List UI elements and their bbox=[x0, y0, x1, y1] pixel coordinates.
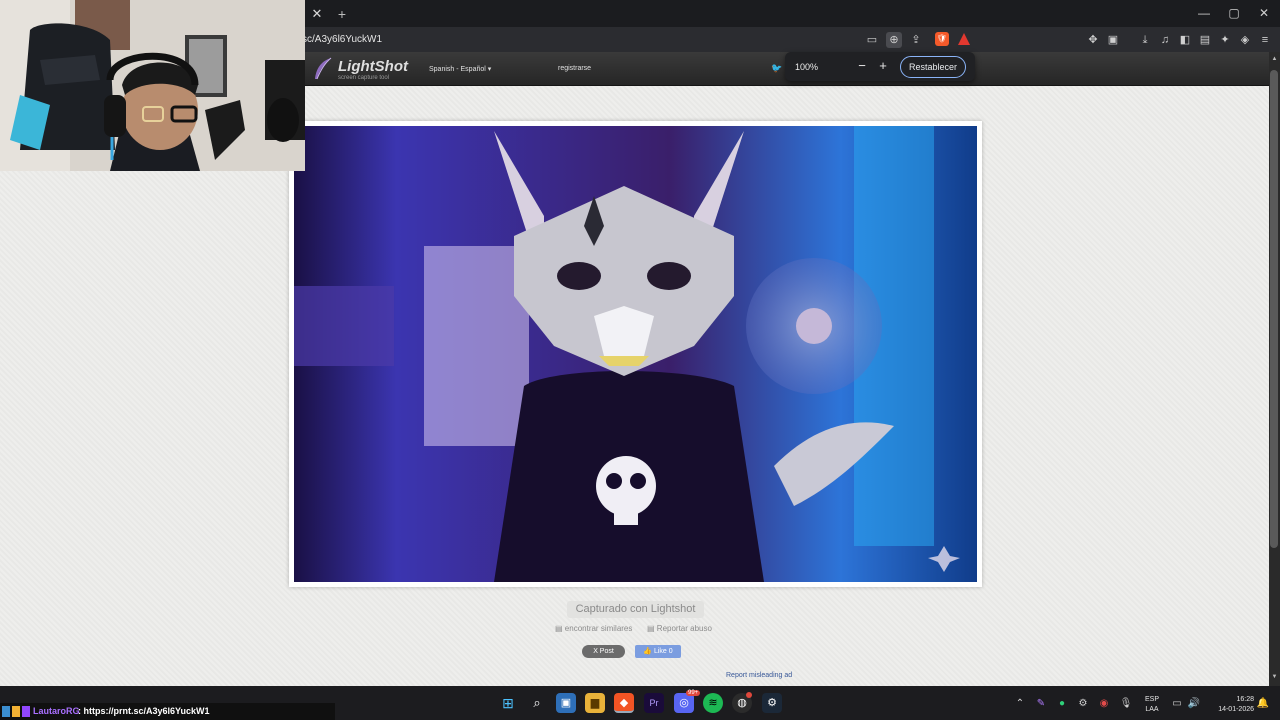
close-window-button[interactable]: ✕ bbox=[1252, 4, 1276, 22]
search-icon[interactable]: ⌕ bbox=[527, 693, 547, 713]
tab-groups-icon[interactable]: ▣ bbox=[1105, 32, 1121, 48]
network-icon[interactable]: ▭ bbox=[1170, 697, 1184, 711]
cast-icon[interactable]: ▭ bbox=[864, 32, 880, 48]
zoom-in-button[interactable]: + bbox=[876, 57, 890, 75]
register-link[interactable]: registrarse bbox=[558, 65, 591, 72]
thumbs-up-icon: 👍 bbox=[643, 648, 653, 655]
menu-icon[interactable]: ≡ bbox=[1257, 32, 1273, 48]
status-dot-icon[interactable]: ● bbox=[1055, 697, 1069, 711]
windows-start-icon[interactable]: ⊞ bbox=[498, 693, 518, 713]
reset-zoom-button[interactable]: Restablecer bbox=[900, 56, 966, 78]
x-post-button[interactable]: X Post bbox=[582, 645, 625, 658]
taskbar bbox=[335, 686, 1280, 720]
minimize-button[interactable]: — bbox=[1192, 4, 1216, 22]
microphone-icon[interactable]: 🎙 bbox=[1119, 697, 1133, 711]
maximize-button[interactable]: ▢ bbox=[1222, 4, 1246, 22]
zoom-icon[interactable]: ⊕ bbox=[886, 32, 902, 48]
brave-shields-icon[interactable]: 🛡 bbox=[935, 32, 949, 46]
obs-live-dot bbox=[746, 692, 752, 698]
report-misleading-ad-link[interactable]: Report misleading ad bbox=[726, 672, 792, 679]
file-explorer-icon[interactable]: ▆ bbox=[585, 693, 605, 713]
language-code: ESP bbox=[1144, 696, 1159, 703]
system-clock[interactable]: 16:28 14-01-2026 bbox=[1206, 695, 1254, 715]
chat-message: : https://prnt.sc/A3y6l6YuckW1 bbox=[78, 706, 210, 716]
keyboard-layout: LAA bbox=[1145, 706, 1159, 713]
scrollbar-thumb[interactable] bbox=[1270, 70, 1278, 548]
taskbar-left-area bbox=[0, 686, 335, 703]
zoom-level: 100% bbox=[795, 62, 819, 72]
volume-icon[interactable]: 🔊 bbox=[1187, 697, 1201, 711]
share-icon[interactable]: ⇪ bbox=[908, 32, 924, 48]
vpn-icon[interactable]: ◈ bbox=[1237, 32, 1253, 48]
input-language-indicator[interactable]: ESP LAA bbox=[1143, 695, 1161, 715]
notification-icon[interactable]: 🔔 bbox=[1256, 697, 1270, 711]
zoom-out-button[interactable]: − bbox=[855, 57, 869, 75]
screenshot-image[interactable] bbox=[294, 126, 977, 582]
steam-tray-icon[interactable]: ⚙ bbox=[1076, 697, 1090, 711]
photos-app-icon[interactable]: ▣ bbox=[556, 693, 576, 713]
download-icon[interactable]: ⤓ bbox=[1137, 32, 1153, 48]
report-abuse-link[interactable]: ▤ Reportar abuso bbox=[647, 624, 712, 633]
premiere-pro-icon[interactable]: Pr bbox=[644, 693, 664, 713]
new-tab-button[interactable]: + bbox=[334, 5, 350, 23]
facebook-like-button[interactable]: 👍 Like 0 bbox=[635, 645, 681, 658]
image-icon: ▤ bbox=[555, 624, 563, 633]
scroll-down-icon[interactable]: ▼ bbox=[1269, 674, 1280, 684]
tab-close-icon[interactable]: ✕ bbox=[308, 5, 326, 23]
lightshot-logo[interactable]: LightShot bbox=[338, 58, 408, 75]
pen-tray-icon[interactable]: ✎ bbox=[1034, 697, 1048, 711]
flag-icon: ▤ bbox=[647, 624, 655, 633]
clock-time: 16:28 bbox=[1236, 696, 1254, 703]
chat-username: LautaroRG bbox=[33, 706, 80, 716]
leo-ai-icon[interactable]: ✦ bbox=[1217, 32, 1233, 48]
feather-logo-icon bbox=[315, 57, 332, 80]
find-similar-link[interactable]: ▤ encontrar similares bbox=[555, 624, 632, 633]
clock-date: 14-01-2026 bbox=[1218, 706, 1254, 713]
captured-with-lightshot-label[interactable]: Capturado con Lightshot bbox=[567, 601, 704, 618]
discord-icon[interactable]: ◎ bbox=[674, 693, 694, 713]
spotify-icon[interactable]: ≋ bbox=[703, 693, 723, 713]
chevron-down-icon: ▾ bbox=[487, 66, 492, 73]
like-label: Like 0 bbox=[653, 648, 673, 655]
scroll-up-icon[interactable]: ▲ bbox=[1269, 56, 1280, 66]
url-field[interactable]: sc/A3y6l6YuckW1 bbox=[302, 34, 382, 45]
language-label: Spanish - Español bbox=[429, 66, 486, 73]
extensions-icon[interactable]: ✥ bbox=[1085, 32, 1101, 48]
music-icon[interactable]: ♫ bbox=[1157, 32, 1173, 48]
brave-browser-icon[interactable]: ◆ bbox=[614, 693, 634, 713]
steam-icon[interactable]: ⚙ bbox=[762, 693, 782, 713]
chat-badge-icons bbox=[2, 706, 30, 717]
report-abuse-label: Reportar abuso bbox=[656, 624, 712, 633]
language-select[interactable]: Spanish - Español ▾ bbox=[429, 65, 491, 73]
webcam-overlay bbox=[0, 0, 305, 171]
lightshot-tagline: screen capture tool bbox=[338, 75, 390, 81]
find-similar-label: encontrar similares bbox=[564, 624, 633, 633]
twitter-icon[interactable]: 🐦 bbox=[771, 63, 783, 73]
wallet-icon[interactable]: ▤ bbox=[1197, 32, 1213, 48]
recording-tray-icon[interactable]: ◉ bbox=[1097, 697, 1111, 711]
discord-badge: 99+ bbox=[686, 690, 701, 696]
sidebar-icon[interactable]: ◧ bbox=[1177, 32, 1193, 48]
chevron-up-icon[interactable]: ⌃ bbox=[1013, 697, 1027, 711]
